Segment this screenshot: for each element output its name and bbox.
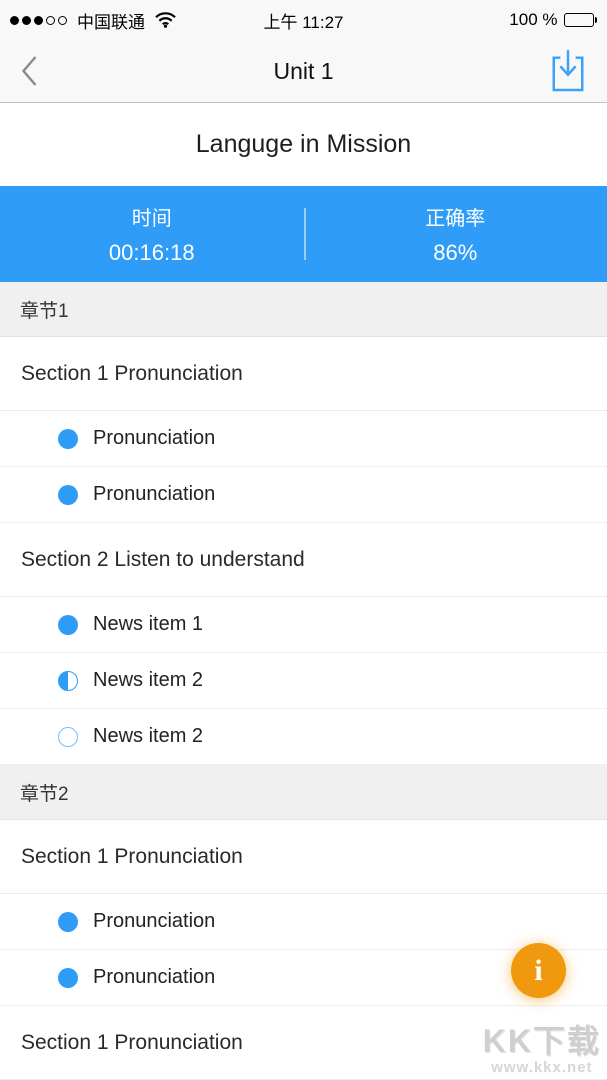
lesson-item-row[interactable]: Pronunciation	[0, 411, 607, 467]
progress-dot-icon	[58, 912, 78, 932]
progress-dot-icon	[58, 968, 78, 988]
status-right: 100 %	[509, 10, 597, 30]
section-row[interactable]: Section 2 Listen to understand	[0, 523, 607, 597]
group-header-label: 章节1	[20, 296, 69, 323]
download-icon	[549, 48, 587, 94]
lesson-item-label: News item 2	[93, 725, 203, 748]
progress-dot-icon	[58, 727, 78, 747]
nav-bar: Unit 1	[0, 40, 607, 103]
download-button[interactable]	[549, 48, 587, 94]
stat-time-label: 时间	[132, 202, 172, 231]
battery-percent-label: 100 %	[509, 10, 557, 30]
section-row[interactable]: Section 1 Pronunciation	[0, 820, 607, 894]
back-button[interactable]	[20, 54, 39, 88]
stats-bar: 时间 00:16:18 正确率 86%	[0, 186, 607, 282]
lesson-item-row[interactable]: Pronunciation	[0, 894, 607, 950]
progress-dot-icon	[58, 671, 78, 691]
section-label: Section 1 Pronunciation	[21, 1031, 243, 1055]
lesson-item-label: Pronunciation	[93, 427, 215, 450]
lesson-item-row[interactable]: News item 2	[0, 709, 607, 765]
wifi-icon	[155, 12, 176, 28]
lesson-item-row[interactable]: Pronunciation	[0, 467, 607, 523]
status-left: 中国联通	[10, 8, 176, 33]
section-row[interactable]: Section 1 Pronunciation	[0, 1006, 607, 1080]
section-label: Section 1 Pronunciation	[21, 362, 243, 386]
group-header: 章节2	[0, 765, 607, 820]
stat-time: 时间 00:16:18	[0, 186, 304, 282]
info-fab-button[interactable]: i	[511, 943, 566, 998]
lesson-item-label: Pronunciation	[93, 966, 215, 989]
carrier-label: 中国联通	[77, 8, 145, 33]
status-bar: 中国联通 上午 11:27 100 %	[0, 0, 607, 40]
progress-dot-icon	[58, 429, 78, 449]
progress-dot-icon	[58, 615, 78, 635]
info-icon: i	[534, 954, 542, 988]
section-row[interactable]: Section 1 Pronunciation	[0, 337, 607, 411]
stat-accuracy-value: 86%	[433, 240, 477, 266]
lesson-item-row[interactable]: News item 2	[0, 653, 607, 709]
progress-dot-icon	[58, 485, 78, 505]
lesson-item-label: Pronunciation	[93, 910, 215, 933]
signal-dot	[22, 16, 31, 25]
signal-strength-icon	[10, 16, 67, 25]
stat-accuracy: 正确率 86%	[304, 186, 607, 282]
page-title: Unit 1	[0, 58, 607, 85]
group-header-label: 章节2	[20, 779, 69, 806]
chevron-left-icon	[20, 54, 39, 88]
lesson-item-label: News item 1	[93, 613, 203, 636]
stat-time-value: 00:16:18	[109, 240, 195, 266]
group-header: 章节1	[0, 282, 607, 337]
section-label: Section 1 Pronunciation	[21, 845, 243, 869]
lesson-item-label: News item 2	[93, 669, 203, 692]
signal-dot	[34, 16, 43, 25]
stat-accuracy-label: 正确率	[425, 202, 485, 231]
lesson-item-label: Pronunciation	[93, 483, 215, 506]
signal-dot	[46, 16, 55, 25]
course-title: Languge in Mission	[0, 103, 607, 186]
signal-dot	[58, 16, 67, 25]
signal-dot	[10, 16, 19, 25]
section-label: Section 2 Listen to understand	[21, 548, 305, 572]
stats-divider	[304, 208, 306, 260]
app-screen: 中国联通 上午 11:27 100 % Unit 1	[0, 0, 607, 1080]
battery-icon	[564, 13, 598, 27]
lesson-item-row[interactable]: News item 1	[0, 597, 607, 653]
